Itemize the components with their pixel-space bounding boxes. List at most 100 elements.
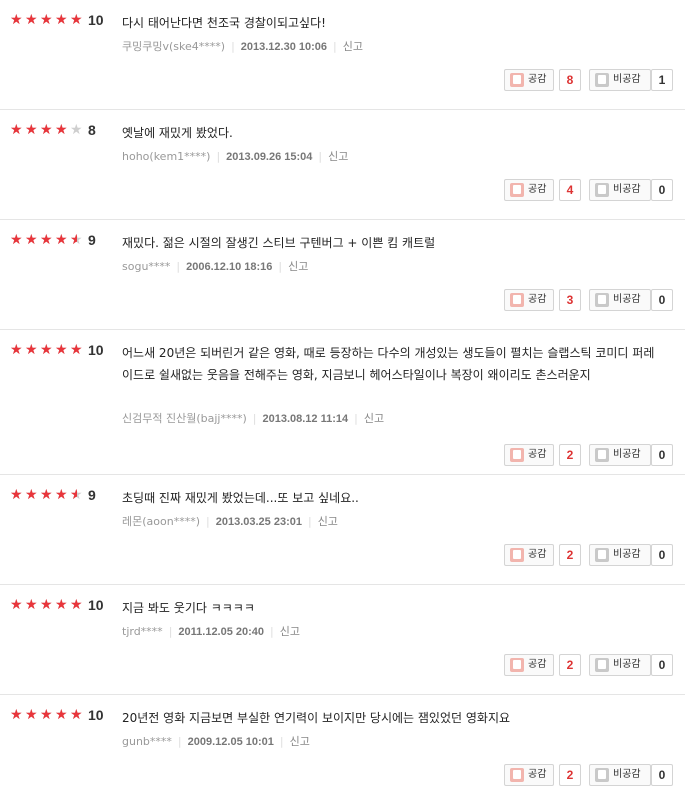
review-date: 2009.12.05 10:01	[187, 736, 274, 748]
like-count: 2	[559, 764, 581, 786]
review-date: 2013.08.12 11:14	[262, 413, 349, 425]
vote-actions: 공감 2 비공감 0	[504, 654, 674, 676]
star-rating: ★★★★★★★★★★	[10, 707, 85, 723]
dislike-count: 0	[651, 544, 673, 566]
report-link[interactable]: 신고	[328, 150, 348, 163]
star-icon: ★★	[10, 597, 23, 613]
star-icon: ★★	[55, 122, 68, 138]
review-author[interactable]: gunb****	[122, 735, 172, 748]
like-button[interactable]: 공감	[504, 544, 554, 566]
vote-actions: 공감 2 비공감 0	[504, 544, 674, 566]
star-icon: ★★	[70, 342, 83, 358]
review-text: 지금 봐도 웃기다 ㅋㅋㅋㅋ	[122, 601, 255, 615]
star-rating: ★★★★★★★★★★	[10, 12, 85, 28]
like-button[interactable]: 공감	[504, 69, 554, 91]
review-date: 2013.03.25 23:01	[215, 516, 302, 528]
review-item: ★ ★ ★ ★ ★ ★ ★ ★ ★ ★ 10 20년전 영화 지금보면 부실한 연기력이 보이지만…	[0, 695, 685, 805]
review-score: 10	[88, 707, 104, 723]
review-item: ★ ★ ★ ★ ★ ★ ★ ★ ★ ★ 10 다시 태어난다면 천조국 경찰이되고싶다! 쿠밍쿠밍…	[0, 0, 685, 110]
dislike-label: 비공감	[613, 549, 641, 560]
report-link[interactable]: 신고	[290, 735, 310, 748]
like-count: 8	[559, 69, 581, 91]
dislike-count: 0	[651, 654, 673, 676]
like-count: 4	[559, 179, 581, 201]
dislike-button[interactable]: 비공감	[589, 69, 651, 91]
thumbs-up-icon	[510, 293, 524, 307]
like-label: 공감	[528, 184, 547, 195]
star-icon: ★★	[40, 232, 53, 248]
report-link[interactable]: 신고	[280, 625, 300, 638]
star-icon: ★★	[25, 707, 38, 723]
dislike-button[interactable]: 비공감	[589, 444, 651, 466]
star-icon: ★★	[70, 122, 83, 138]
thumbs-down-icon	[595, 548, 609, 562]
like-button[interactable]: 공감	[504, 444, 554, 466]
review-meta: 레몬(aoon****) | 2013.03.25 23:01 | 신고	[122, 515, 338, 529]
star-icon: ★★	[25, 232, 38, 248]
star-rating: ★★★★★★★★★★	[10, 122, 85, 138]
review-date: 2013.12.30 10:06	[240, 41, 328, 53]
review-text: 20년전 영화 지금보면 부실한 연기력이 보이지만 당시에는 잼있었던 영화지…	[122, 711, 511, 725]
like-label: 공감	[528, 74, 547, 85]
like-label: 공감	[528, 769, 547, 780]
report-link[interactable]: 신고	[364, 412, 384, 425]
review-score: 10	[88, 342, 104, 358]
review-author[interactable]: hoho(kem1****)	[122, 150, 210, 163]
star-icon: ★★	[70, 12, 83, 28]
review-date: 2013.09.26 15:04	[226, 151, 313, 163]
thumbs-up-icon	[510, 768, 524, 782]
star-icon: ★★	[40, 707, 53, 723]
thumbs-down-icon	[595, 293, 609, 307]
star-icon: ★★	[70, 707, 83, 723]
star-icon: ★★	[10, 487, 23, 503]
review-text: 어느새 20년은 되버린거 같은 영화, 때로 등장하는 다수의 개성있는 생도…	[122, 346, 655, 382]
like-button[interactable]: 공감	[504, 289, 554, 311]
thumbs-down-icon	[595, 73, 609, 87]
thumbs-down-icon	[595, 768, 609, 782]
vote-actions: 공감 2 비공감 0	[504, 764, 674, 786]
star-icon: ★★	[10, 122, 23, 138]
like-button[interactable]: 공감	[504, 764, 554, 786]
like-count: 3	[559, 289, 581, 311]
divider: |	[307, 515, 312, 528]
star-icon: ★★	[55, 707, 68, 723]
star-icon: ★★	[25, 487, 38, 503]
review-item: ★★★★★★★★★★ 8 옛날에 재밌게 봤었다. hoho(kem1****)…	[0, 110, 685, 220]
review-author[interactable]: tjrd****	[122, 625, 163, 638]
review-author[interactable]: 레몬(aoon****)	[122, 515, 200, 528]
star-icon: ★★	[70, 597, 83, 613]
like-button[interactable]: 공감	[504, 179, 554, 201]
review-author[interactable]: 쿠밍쿠밍v(ske4****)	[122, 40, 225, 53]
vote-actions: 공감 3 비공감 0	[504, 289, 674, 311]
review-item: ★ ★ ★ ★ ★ ★ ★ ★ ★ ★ 9 재밌다. 젊은 시절의 잘생긴 스티브 구텐버그 + …	[0, 220, 685, 330]
review-text: 초딩때 진짜 재밌게 봤었는데...또 보고 싶네요..	[122, 491, 359, 505]
divider: |	[206, 515, 210, 528]
review-item: ★ ★ ★ ★ ★ ★ ★ ★ ★ ★ 10 지금 봐도 웃기다 ㅋㅋㅋㅋ tjrd**** | 20…	[0, 585, 685, 695]
like-button[interactable]: 공감	[504, 654, 554, 676]
report-link[interactable]: 신고	[288, 260, 308, 273]
divider: |	[231, 40, 235, 53]
thumbs-up-icon	[510, 658, 524, 672]
dislike-button[interactable]: 비공감	[589, 544, 651, 566]
report-link[interactable]: 신고	[318, 515, 338, 528]
dislike-button[interactable]: 비공감	[589, 179, 651, 201]
like-count: 2	[559, 444, 581, 466]
dislike-count: 0	[651, 764, 673, 786]
star-rating: ★★★★★★★★★★	[10, 597, 85, 613]
thumbs-up-icon	[510, 448, 524, 462]
dislike-button[interactable]: 비공감	[589, 764, 651, 786]
review-author[interactable]: 신검무적 진산월(bajj****)	[122, 412, 247, 425]
dislike-label: 비공감	[613, 449, 641, 460]
divider: |	[318, 150, 323, 163]
star-rating: ★★★★★★★★★★	[10, 342, 85, 358]
dislike-count: 0	[651, 444, 673, 466]
report-link[interactable]: 신고	[343, 40, 363, 53]
star-icon: ★★	[10, 342, 23, 358]
thumbs-down-icon	[595, 183, 609, 197]
dislike-button[interactable]: 비공감	[589, 654, 651, 676]
dislike-button[interactable]: 비공감	[589, 289, 651, 311]
review-date: 2006.12.10 18:16	[186, 261, 273, 273]
star-rating: ★★★★★★★★★★	[10, 487, 85, 503]
dislike-count: 1	[651, 69, 673, 91]
review-author[interactable]: sogu****	[122, 260, 170, 273]
